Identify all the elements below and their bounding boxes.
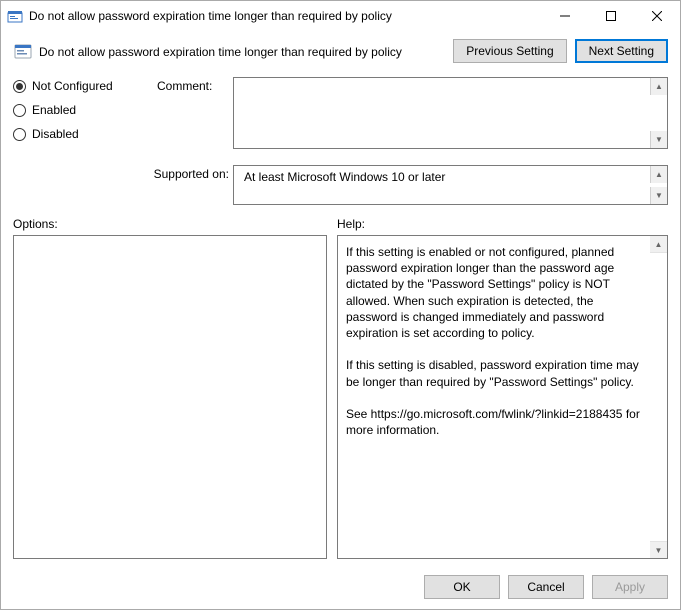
minimize-button[interactable]: [542, 1, 588, 31]
options-label: Options:: [13, 217, 337, 231]
radio-not-configured[interactable]: Not Configured: [13, 79, 153, 93]
help-text: If this setting is enabled or not config…: [338, 236, 667, 446]
window-controls: [542, 1, 680, 31]
maximize-button[interactable]: [588, 1, 634, 31]
supported-on-label: Supported on:: [13, 165, 229, 205]
content-area: Do not allow password expiration time lo…: [1, 31, 680, 565]
ok-button[interactable]: OK: [424, 575, 500, 599]
radio-icon: [13, 80, 26, 93]
radio-icon: [13, 128, 26, 141]
radio-label: Not Configured: [32, 79, 113, 93]
options-pane: [13, 235, 327, 559]
radio-label: Enabled: [32, 103, 76, 117]
scroll-down-icon[interactable]: ▼: [650, 187, 667, 204]
close-button[interactable]: [634, 1, 680, 31]
footer: OK Cancel Apply: [1, 565, 680, 609]
help-label: Help:: [337, 217, 365, 231]
window-title: Do not allow password expiration time lo…: [29, 9, 542, 23]
radio-label: Disabled: [32, 127, 79, 141]
supported-on-box: ▲ ▼ At least Microsoft Windows 10 or lat…: [233, 165, 668, 205]
config-area: Not Configured Enabled Disabled Comment:…: [13, 77, 668, 205]
scroll-down-icon[interactable]: ▼: [650, 541, 667, 558]
radio-enabled[interactable]: Enabled: [13, 103, 153, 117]
radio-disabled[interactable]: Disabled: [13, 127, 153, 141]
apply-button[interactable]: Apply: [592, 575, 668, 599]
cancel-button[interactable]: Cancel: [508, 575, 584, 599]
policy-window-icon: [7, 8, 23, 24]
scroll-up-icon[interactable]: ▲: [650, 78, 667, 95]
supported-on-value: At least Microsoft Windows 10 or later: [238, 168, 663, 186]
policy-name: Do not allow password expiration time lo…: [39, 43, 453, 59]
scroll-up-icon[interactable]: ▲: [650, 166, 667, 183]
scroll-down-icon[interactable]: ▼: [650, 131, 667, 148]
comment-value: [238, 80, 663, 84]
help-pane: ▲ If this setting is enabled or not conf…: [337, 235, 668, 559]
comment-label: Comment:: [157, 77, 229, 149]
radio-icon: [13, 104, 26, 117]
window: Do not allow password expiration time lo…: [0, 0, 681, 610]
header-row: Do not allow password expiration time lo…: [13, 39, 668, 63]
previous-setting-button[interactable]: Previous Setting: [453, 39, 566, 63]
policy-icon: [13, 41, 33, 61]
titlebar: Do not allow password expiration time lo…: [1, 1, 680, 31]
scroll-up-icon[interactable]: ▲: [650, 236, 667, 253]
comment-input[interactable]: ▲ ▼: [233, 77, 668, 149]
next-setting-button[interactable]: Next Setting: [575, 39, 668, 63]
